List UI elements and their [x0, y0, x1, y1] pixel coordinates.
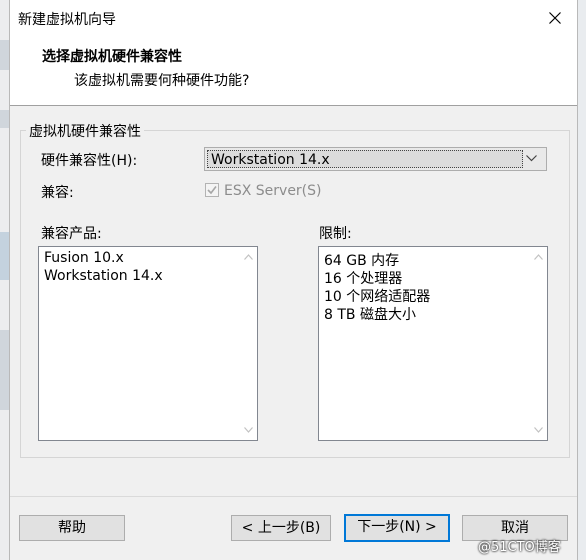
list-item: 16 个处理器: [324, 271, 403, 287]
scroll-down-icon[interactable]: [534, 427, 543, 433]
close-button[interactable]: [540, 4, 570, 32]
new-vm-wizard-dialog: 新建虚拟机向导 选择虚拟机硬件兼容性 该虚拟机需要何种硬件功能? 虚拟机硬件兼容…: [9, 0, 578, 560]
help-button[interactable]: 帮助: [19, 515, 125, 541]
title-bar: 新建虚拟机向导: [10, 0, 577, 36]
scroll-up-icon[interactable]: [534, 254, 543, 260]
dropdown-selected-value: Workstation 14.x: [211, 152, 330, 168]
background-app-right: [578, 0, 586, 560]
list-item: 10 个网络适配器: [324, 289, 431, 305]
compatible-label: 兼容:: [41, 185, 74, 201]
list-item: 64 GB 内存: [324, 253, 400, 269]
chevron-down-icon: [526, 155, 537, 162]
next-button[interactable]: 下一步(N) >: [344, 514, 450, 542]
compatible-products-label: 兼容产品:: [41, 226, 102, 242]
limits-scrollbar[interactable]: [530, 247, 547, 440]
back-button[interactable]: < 上一步(B): [231, 515, 331, 541]
dropdown-focus-box: Workstation 14.x: [207, 150, 523, 168]
list-item[interactable]: Workstation 14.x: [44, 268, 163, 284]
list-item: 8 TB 磁盘大小: [324, 307, 416, 323]
scroll-up-icon[interactable]: [244, 254, 253, 260]
esx-server-checkbox[interactable]: [205, 183, 219, 197]
checkmark-icon: [207, 186, 217, 195]
close-icon: [549, 12, 561, 24]
window-title: 新建虚拟机向导: [18, 12, 116, 28]
footer-divider: [10, 496, 577, 497]
background-strip: [0, 232, 9, 280]
group-label: 虚拟机硬件兼容性: [26, 121, 144, 141]
page-subtitle: 该虚拟机需要何种硬件功能?: [74, 73, 250, 89]
page-title: 选择虚拟机硬件兼容性: [42, 49, 182, 65]
background-strip: [0, 40, 9, 70]
products-scrollbar[interactable]: [240, 247, 257, 440]
compatibility-dropdown[interactable]: Workstation 14.x: [204, 147, 547, 171]
watermark: @51CTO博客: [478, 540, 561, 555]
esx-server-label: ESX Server(S): [224, 183, 322, 199]
compatible-products-list[interactable]: Fusion 10.x Workstation 14.x: [38, 246, 258, 441]
limits-list[interactable]: 64 GB 内存 16 个处理器 10 个网络适配器 8 TB 磁盘大小: [318, 246, 548, 441]
list-item[interactable]: Fusion 10.x: [44, 250, 124, 266]
background-app-left: [0, 0, 9, 560]
background-strip: [0, 330, 9, 410]
scroll-down-icon[interactable]: [244, 427, 253, 433]
wizard-header: 选择虚拟机硬件兼容性 该虚拟机需要何种硬件功能?: [10, 36, 577, 106]
limits-label: 限制:: [319, 226, 352, 242]
background-strip: [0, 110, 9, 128]
compatibility-label: 硬件兼容性(H):: [41, 153, 138, 169]
